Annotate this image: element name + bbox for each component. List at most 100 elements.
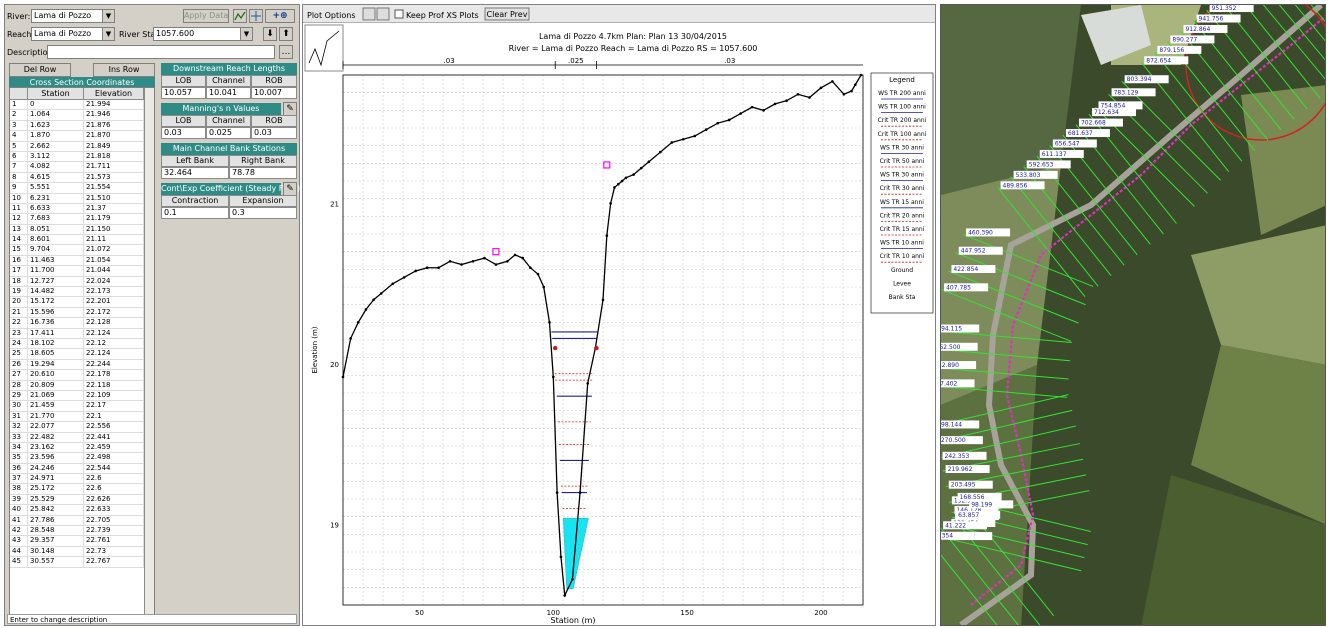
station-cell[interactable]: 23.596 <box>28 453 84 463</box>
station-cell[interactable]: 18.102 <box>28 338 84 349</box>
elevation-cell[interactable]: 22.767 <box>84 557 144 567</box>
elevation-cell[interactable]: 22.201 <box>84 297 144 307</box>
table-row[interactable]: 44 30.148 22.73 <box>10 546 154 558</box>
elevation-cell[interactable]: 21.054 <box>84 255 144 266</box>
station-cell[interactable]: 18.605 <box>28 349 84 359</box>
station-cell[interactable]: 21.459 <box>28 401 84 411</box>
station-cell[interactable]: 22.077 <box>28 422 84 432</box>
station-cell[interactable]: 24.246 <box>28 463 84 474</box>
elevation-cell[interactable]: 21.818 <box>84 151 144 162</box>
elevation-cell[interactable]: 22.6 <box>84 474 144 484</box>
station-cell[interactable]: 19.294 <box>28 359 84 370</box>
elevation-cell[interactable]: 21.072 <box>84 245 144 255</box>
plot-options-menu[interactable]: Plot Options <box>307 11 356 20</box>
station-cell[interactable]: 1.870 <box>28 131 84 141</box>
table-row[interactable]: 41 27.786 22.705 <box>10 515 154 527</box>
table-row[interactable]: 15 9.704 21.072 <box>10 245 154 256</box>
table-row[interactable]: 7 4.082 21.711 <box>10 162 154 173</box>
station-cell[interactable]: 8.601 <box>28 235 84 245</box>
table-row[interactable]: 22 16.736 22.128 <box>10 318 154 329</box>
coefficient-options-button[interactable]: ✎ <box>283 182 297 196</box>
reach-lob-input[interactable]: 10.057 <box>161 87 206 99</box>
contraction-input[interactable]: 0.1 <box>161 207 229 219</box>
table-row[interactable]: 3 1.623 21.876 <box>10 120 154 132</box>
table-row[interactable]: 14 8.601 21.11 <box>10 235 154 246</box>
elevation-cell[interactable]: 22.1 <box>84 411 144 422</box>
elevation-cell[interactable]: 22.498 <box>84 453 144 463</box>
cross-section-chart[interactable]: Plot Options Keep Prof XS Plots Clear Pr… <box>303 5 935 625</box>
elevation-cell[interactable]: 22.172 <box>84 307 144 318</box>
elevation-cell[interactable]: 21.849 <box>84 141 144 151</box>
elevation-cell[interactable]: 21.150 <box>84 224 144 235</box>
table-row[interactable]: 36 24.246 22.544 <box>10 463 154 475</box>
elevation-cell[interactable]: 22.544 <box>84 463 144 474</box>
table-row[interactable]: 11 6.633 21.37 <box>10 203 154 215</box>
elevation-cell[interactable]: 21.179 <box>84 214 144 224</box>
elevation-cell[interactable]: 21.554 <box>84 183 144 193</box>
elevation-cell[interactable]: 21.044 <box>84 266 144 276</box>
description-input[interactable] <box>47 45 275 59</box>
down-arrow-button[interactable]: ⬇ <box>263 27 277 41</box>
mannings-channel-input[interactable]: 0.025 <box>206 127 251 139</box>
station-cell[interactable]: 25.172 <box>28 484 84 494</box>
table-row[interactable]: 30 21.459 22.17 <box>10 401 154 412</box>
station-cell[interactable]: 14.482 <box>28 287 84 297</box>
station-cell[interactable]: 20.809 <box>28 380 84 390</box>
station-cell[interactable]: 29.357 <box>28 536 84 546</box>
print-icon[interactable] <box>376 7 390 21</box>
river-sta-combo[interactable]: 1057.600 ▼ <box>153 27 253 41</box>
elevation-cell[interactable]: 22.12 <box>84 338 144 349</box>
elevation-cell[interactable]: 22.626 <box>84 494 144 505</box>
station-cell[interactable]: 8.051 <box>28 224 84 235</box>
reach-combo[interactable]: Lama di Pozzo ▼ <box>31 27 115 41</box>
elevation-cell[interactable]: 21.994 <box>84 100 144 110</box>
station-cell[interactable]: 25.842 <box>28 505 84 515</box>
station-table-scrollbar[interactable] <box>144 88 154 614</box>
left-bank-input[interactable]: 32.464 <box>161 167 229 179</box>
elevation-cell[interactable]: 22.441 <box>84 432 144 442</box>
right-bank-input[interactable]: 78.78 <box>229 167 297 179</box>
elevation-cell[interactable]: 22.739 <box>84 526 144 536</box>
elevation-cell[interactable]: 22.244 <box>84 359 144 370</box>
station-cell[interactable]: 12.727 <box>28 276 84 287</box>
table-row[interactable]: 32 22.077 22.556 <box>10 422 154 433</box>
station-cell[interactable]: 21.069 <box>28 390 84 401</box>
table-row[interactable]: 13 8.051 21.150 <box>10 224 154 236</box>
station-cell[interactable]: 28.548 <box>28 526 84 536</box>
zoom-icon[interactable] <box>362 7 376 21</box>
elevation-cell[interactable]: 22.761 <box>84 536 144 546</box>
table-row[interactable]: 29 21.069 22.109 <box>10 390 154 402</box>
station-cell[interactable]: 30.557 <box>28 557 84 567</box>
station-cell[interactable]: 9.704 <box>28 245 84 255</box>
elevation-cell[interactable]: 22.633 <box>84 505 144 515</box>
table-row[interactable]: 43 29.357 22.761 <box>10 536 154 547</box>
station-cell[interactable]: 25.529 <box>28 494 84 505</box>
elevation-cell[interactable]: 22.705 <box>84 515 144 526</box>
mannings-options-button[interactable]: ✎ <box>283 102 297 116</box>
table-row[interactable]: 8 4.615 21.573 <box>10 172 154 184</box>
table-row[interactable]: 26 19.294 22.244 <box>10 359 154 371</box>
elevation-cell[interactable]: 21.37 <box>84 203 144 214</box>
elevation-cell[interactable]: 21.946 <box>84 110 144 120</box>
table-row[interactable]: 39 25.529 22.626 <box>10 494 154 506</box>
elevation-cell[interactable]: 22.459 <box>84 442 144 453</box>
station-cell[interactable]: 6.633 <box>28 203 84 214</box>
station-cell[interactable]: 30.148 <box>28 546 84 557</box>
station-cell[interactable]: 15.596 <box>28 307 84 318</box>
elevation-cell[interactable]: 21.510 <box>84 193 144 203</box>
station-cell[interactable]: 0 <box>28 100 84 110</box>
table-row[interactable]: 42 28.548 22.739 <box>10 526 154 537</box>
elevation-cell[interactable]: 22.109 <box>84 390 144 401</box>
station-cell[interactable]: 6.231 <box>28 193 84 203</box>
reach-channel-input[interactable]: 10.041 <box>206 87 251 99</box>
elevation-cell[interactable]: 22.6 <box>84 484 144 494</box>
reach-rob-input[interactable]: 10.007 <box>251 87 297 99</box>
station-cell[interactable]: 11.463 <box>28 255 84 266</box>
elevation-cell[interactable]: 22.128 <box>84 318 144 328</box>
description-expand-button[interactable]: … <box>279 45 293 59</box>
mannings-rob-input[interactable]: 0.03 <box>251 127 297 139</box>
table-row[interactable]: 24 18.102 22.12 <box>10 338 154 350</box>
grid-icon-button[interactable] <box>249 9 263 23</box>
station-cell[interactable]: 21.770 <box>28 411 84 422</box>
station-cell[interactable]: 3.112 <box>28 151 84 162</box>
